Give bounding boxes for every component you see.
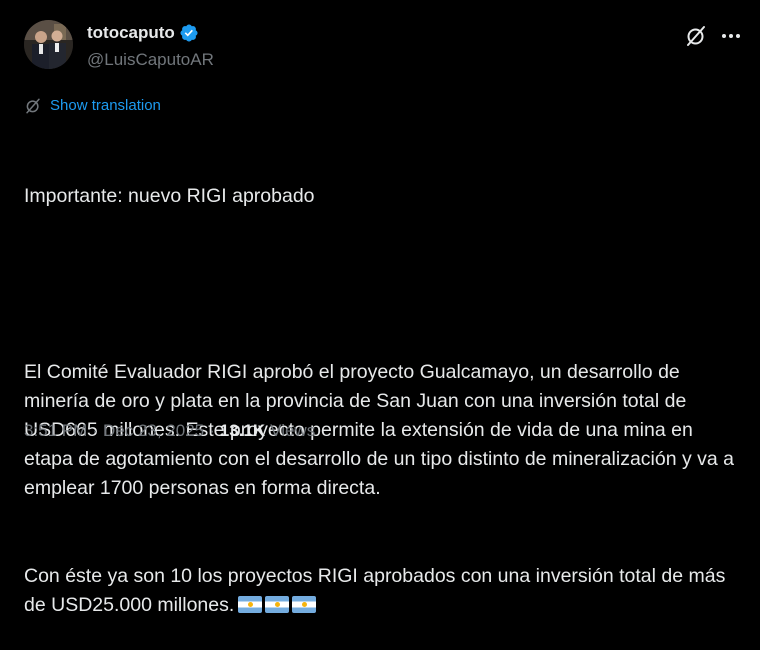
- post-headline: Importante: nuevo RIGI aprobado: [24, 185, 315, 208]
- translate-icon: [24, 97, 42, 115]
- meta-separator: ·: [209, 421, 215, 440]
- flag-emojis: [238, 596, 317, 614]
- views-count[interactable]: 13.1K: [220, 420, 265, 442]
- verified-badge-icon[interactable]: [179, 23, 199, 43]
- post-paragraph-closing: Con éste ya son 10 los proyectos RIGI ap…: [24, 562, 740, 620]
- avatar[interactable]: [24, 20, 73, 69]
- post-meta: 3:51 PM · Dec 23, 2025 · 13.1K Views: [24, 420, 315, 442]
- post-text: Importante: nuevo RIGI aprobado ​ El Com…: [24, 124, 740, 650]
- post-paragraph-closing-text: Con éste ya son 10 los proyectos RIGI ap…: [24, 565, 731, 617]
- post-spacer: ​: [24, 270, 740, 299]
- show-translation-label[interactable]: Show translation: [50, 96, 161, 116]
- argentina-flag-icon: [238, 596, 263, 614]
- more-options-icon[interactable]: [719, 24, 743, 48]
- display-name-text[interactable]: totocaputo: [87, 22, 175, 44]
- grok-icon[interactable]: [684, 24, 708, 48]
- meta-separator: ·: [92, 421, 98, 440]
- argentina-flag-icon: [292, 596, 317, 614]
- show-translation-link[interactable]: Show translation: [24, 96, 161, 116]
- display-name[interactable]: totocaputo: [87, 22, 199, 44]
- post-time[interactable]: 3:51 PM: [24, 420, 87, 442]
- post-date[interactable]: Dec 23, 2025: [103, 420, 204, 442]
- views-label[interactable]: Views: [270, 420, 315, 442]
- argentina-flag-icon: [265, 596, 290, 614]
- user-handle[interactable]: @LuisCaputoAR: [87, 49, 214, 71]
